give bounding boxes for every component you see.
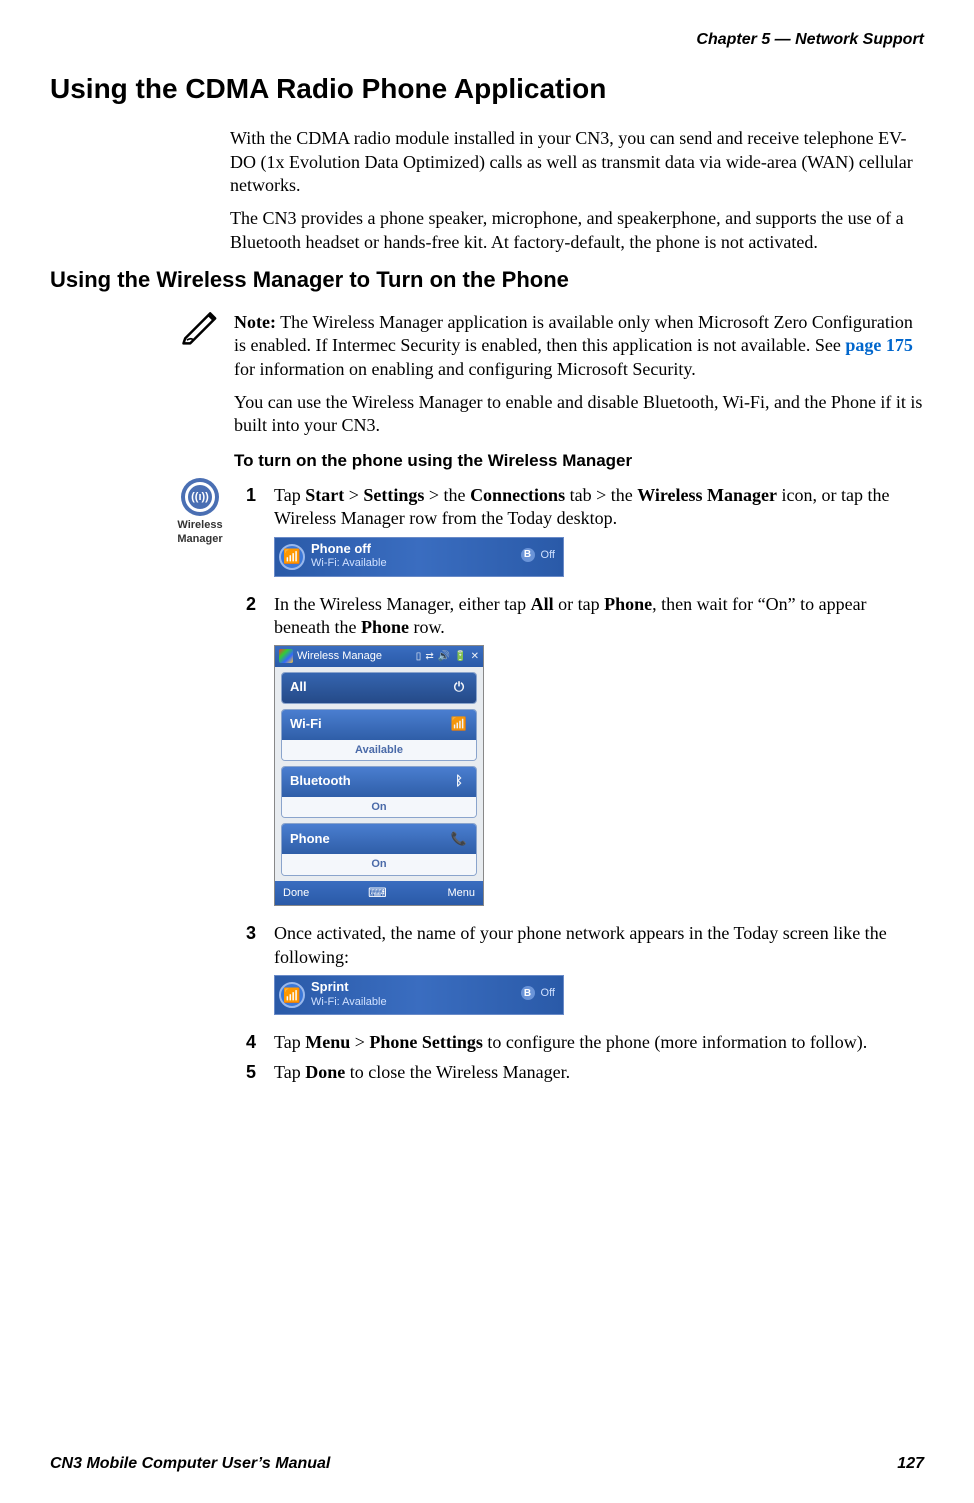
- sep: >: [350, 1032, 369, 1052]
- today-subtitle: Wi-Fi: Available: [311, 556, 387, 570]
- heading-3: To turn on the phone using the Wireless …: [234, 450, 924, 472]
- wifi-icon: 📶: [450, 716, 468, 734]
- wireless-manager-screenshot: Wireless Manage ▯⇄ 🔊 🔋 ✕ All ⏻ Wi-Fi 📶 Availa…: [274, 645, 484, 906]
- signal-icon: ▯: [416, 650, 422, 663]
- heading-1: Using the CDMA Radio Phone Application: [50, 71, 924, 107]
- windows-flag-icon: [279, 649, 293, 663]
- ui-start: Start: [305, 485, 344, 505]
- bluetooth-icon: ᛒ: [450, 773, 468, 791]
- bt-status: Off: [541, 986, 555, 1000]
- wm-wifi-status: Available: [282, 740, 476, 760]
- note-icon: [180, 305, 222, 351]
- keyboard-icon: ⌨: [368, 885, 389, 902]
- after-note-paragraph: You can use the Wireless Manager to enab…: [234, 391, 924, 438]
- ui-phone-2: Phone: [361, 617, 409, 637]
- step-2: 2 In the Wireless Manager, either tap Al…: [246, 593, 924, 917]
- wm-all-label: All: [290, 679, 307, 696]
- battery-icon: 🔋: [454, 650, 466, 663]
- step-5: 5 Tap Done to close the Wireless Manager…: [246, 1061, 924, 1084]
- wm-wifi-label: Wi-Fi: [290, 716, 322, 733]
- wm-phone-status: On: [282, 854, 476, 874]
- today-title: Sprint: [311, 980, 387, 994]
- note-label: Note:: [234, 312, 276, 332]
- antenna-icon: 📶: [279, 982, 305, 1008]
- wm-bottom-bar: Done ⌨ Menu: [275, 881, 483, 906]
- wm-title: Wireless Manage: [297, 649, 382, 663]
- wm-row-phone: Phone 📞 On: [281, 823, 477, 875]
- ui-menu: Menu: [305, 1032, 350, 1052]
- sep: > the: [424, 485, 470, 505]
- today-subtitle: Wi-Fi: Available: [311, 995, 387, 1009]
- wm-phone-label: Phone: [290, 831, 330, 848]
- note-paragraph: Note: The Wireless Manager application i…: [234, 311, 924, 381]
- close-icon: ✕: [471, 650, 479, 663]
- step-number: 3: [246, 922, 264, 1025]
- step-3: 3 Once activated, the name of your phone…: [246, 922, 924, 1025]
- antenna-icon: 📶: [279, 544, 305, 570]
- step-1: 1 Tap Start > Settings > the Connections…: [246, 484, 924, 587]
- heading-2: Using the Wireless Manager to Turn on th…: [50, 266, 924, 295]
- today-bar-screenshot-phone-off: 📶 Phone off Wi-Fi: Available B Off: [274, 537, 564, 577]
- footer-page-number: 127: [897, 1454, 924, 1475]
- today-title: Phone off: [311, 542, 387, 556]
- ui-settings: Settings: [363, 485, 424, 505]
- wm-row-all: All ⏻: [281, 672, 477, 704]
- step-4: 4 Tap Menu > Phone Settings to configure…: [246, 1031, 924, 1054]
- wm-menu-button: Menu: [447, 886, 475, 900]
- bt-status: Off: [541, 548, 555, 562]
- intro-paragraph-2: The CN3 provides a phone speaker, microp…: [230, 207, 924, 254]
- sep: tab > the: [565, 485, 637, 505]
- note-text-1: The Wireless Manager application is avai…: [234, 312, 913, 355]
- step-text: to close the Wireless Manager.: [345, 1062, 570, 1082]
- sep: >: [344, 485, 363, 505]
- note-text-2: for information on enabling and configur…: [234, 359, 696, 379]
- wm-title-bar: Wireless Manage ▯⇄ 🔊 🔋 ✕: [275, 646, 483, 666]
- wireless-manager-icon: ((ı)) Wireless Manager: [170, 478, 230, 547]
- step-text: Once activated, the name of your phone n…: [274, 923, 887, 966]
- wm-row-wifi: Wi-Fi 📶 Available: [281, 709, 477, 761]
- phone-icon: 📞: [450, 830, 468, 848]
- bluetooth-icon: B: [521, 548, 535, 562]
- step-number: 1: [246, 484, 264, 587]
- wm-bt-label: Bluetooth: [290, 773, 351, 790]
- step-number: 2: [246, 593, 264, 917]
- wm-row-bluetooth: Bluetooth ᛒ On: [281, 766, 477, 818]
- ui-phone-settings: Phone Settings: [369, 1032, 483, 1052]
- wireless-manager-icon-label: Wireless Manager: [170, 518, 230, 547]
- ui-wireless-manager: Wireless Manager: [637, 485, 777, 505]
- step-number: 5: [246, 1061, 264, 1084]
- step-text: row.: [409, 617, 445, 637]
- ui-connections: Connections: [470, 485, 565, 505]
- power-icon: ⏻: [450, 679, 468, 697]
- sep: or tap: [554, 594, 604, 614]
- ui-phone: Phone: [604, 594, 652, 614]
- step-text: Tap: [274, 1032, 305, 1052]
- wm-bt-status: On: [282, 797, 476, 817]
- bluetooth-icon: B: [521, 986, 535, 1000]
- ui-all: All: [531, 594, 554, 614]
- footer-manual-title: CN3 Mobile Computer User’s Manual: [50, 1454, 330, 1475]
- today-bar-screenshot-sprint: 📶 Sprint Wi-Fi: Available B Off: [274, 975, 564, 1015]
- intro-paragraph-1: With the CDMA radio module installed in …: [230, 127, 924, 197]
- page-link[interactable]: page 175: [845, 335, 913, 355]
- sound-icon: 🔊: [438, 650, 450, 663]
- connect-icon: ⇄: [425, 650, 433, 663]
- step-text: to configure the phone (more information…: [483, 1032, 867, 1052]
- step-text: Tap: [274, 1062, 305, 1082]
- page-header: Chapter 5 — Network Support: [50, 30, 924, 51]
- step-text: In the Wireless Manager, either tap: [274, 594, 531, 614]
- wm-done-button: Done: [283, 886, 309, 900]
- step-text: Tap: [274, 485, 305, 505]
- step-number: 4: [246, 1031, 264, 1054]
- ui-done: Done: [305, 1062, 345, 1082]
